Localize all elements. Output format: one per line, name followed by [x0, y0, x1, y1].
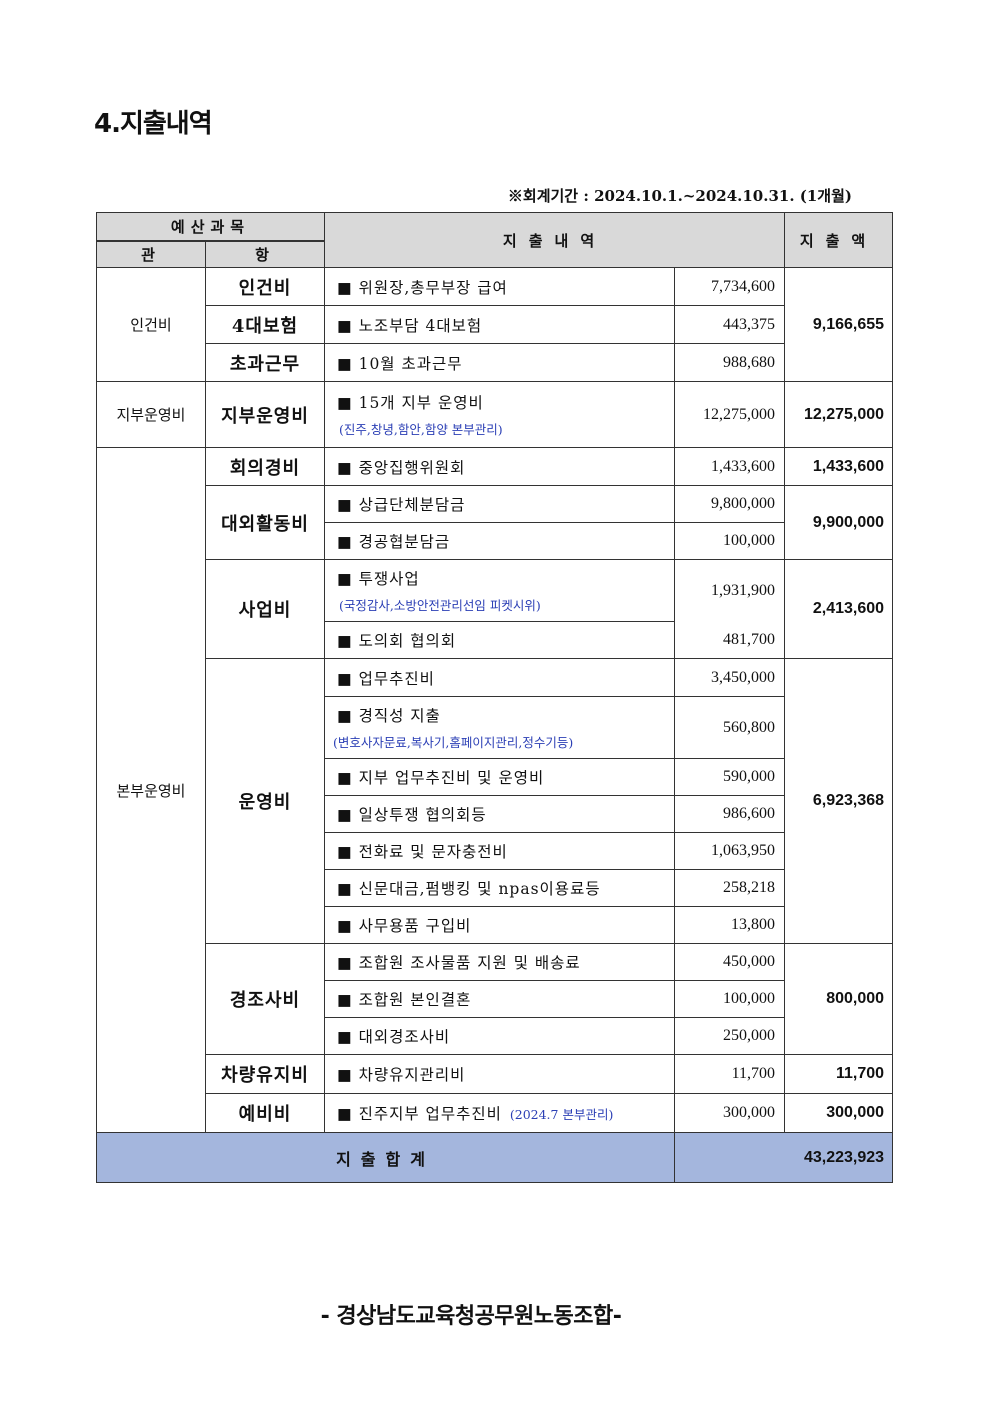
- detail-cell: ■ 10월 초과근무: [324, 343, 676, 382]
- accounting-period: ※회계기간 : 2024.10.1.~2024.10.31. (1개월): [507, 187, 852, 205]
- hang-cell: 운영비: [204, 658, 326, 944]
- total-cell: 800,000: [784, 943, 894, 1055]
- detail-cell: ■ 대외경조사비: [324, 1017, 676, 1055]
- amount-cell: 100,000: [674, 980, 786, 1018]
- detail-cell: ■ 조합원 본인결혼: [324, 980, 676, 1018]
- amount-cell: 12,275,000: [674, 381, 786, 448]
- detail-cell: ■ 노조부담 4대보험: [324, 305, 676, 344]
- amount-cell: 1,931,900: [674, 559, 786, 622]
- total-cell: 6,923,368: [784, 658, 894, 944]
- detail-cell: ■ 조합원 조사물품 지원 및 배송료: [324, 943, 676, 981]
- hang-cell: 사업비: [204, 559, 326, 659]
- detail-cell: ■ 일상투쟁 협의회등: [324, 795, 676, 833]
- amount-cell: 250,000: [674, 1017, 786, 1055]
- amount-cell: 13,800: [674, 906, 786, 944]
- detail-cell: ■ 15개 지부 운영비 (진주,창녕,함안,함양 본부관리): [324, 381, 676, 448]
- table-row: 사업비 ■ 투쟁사업 (국정감사,소방안전관리선임 피켓시위) 1,931,900…: [97, 559, 894, 659]
- table-row: 본부운영비 회의경비 ■ 중앙집행위원회 1,433,600 1,433,600: [96, 447, 894, 1133]
- table-row: 지부운영비 지부운영비 ■ 15개 지부 운영비 (진주,창녕,함안,함양 본부관…: [96, 381, 894, 448]
- amount-cell: 590,000: [674, 758, 786, 796]
- amount-cell: 986,600: [674, 795, 786, 833]
- hang-cell: 회의경비: [204, 447, 326, 486]
- hang-cell: 인건비: [204, 267, 326, 306]
- detail-cell: ■ 위원장,총무부장 급여: [324, 267, 676, 306]
- header-amount: 지출액: [784, 212, 894, 268]
- detail-cell: ■ 경직성 지출 (변호사자문료,복사기,홈페이지관리,정수기등): [324, 696, 676, 759]
- kwan-cell: 인건비: [96, 267, 206, 382]
- sum-total: 43,223,923: [674, 1132, 894, 1183]
- detail-text: ■ 경직성 지출: [337, 707, 441, 725]
- detail-cell: ■ 업무추진비: [324, 658, 676, 697]
- amount-cell: 3,450,000: [674, 658, 786, 697]
- amount-cell: 258,218: [674, 869, 786, 907]
- hang-cell: 지부운영비: [204, 381, 326, 448]
- detail-text: ■ 진주지부 업무추진비: [337, 1105, 502, 1123]
- amount-cell: 443,375: [674, 305, 786, 344]
- total-cell: 12,275,000: [784, 381, 894, 448]
- detail-text: ■ 15개 지부 운영비: [337, 394, 484, 412]
- hang-cell: 차량유지비: [204, 1054, 326, 1094]
- amount-cell: 100,000: [674, 522, 786, 560]
- total-cell: 9,900,000: [784, 485, 894, 560]
- detail-cell: ■ 도의회 협의회: [324, 621, 676, 659]
- amount-cell: 7,734,600: [674, 267, 786, 306]
- sum-label: 지출합계: [95, 1132, 676, 1183]
- total-cell: 1,433,600: [784, 447, 894, 486]
- amount-cell: 11,700: [674, 1054, 786, 1094]
- detail-cell: ■ 신문대금,펌뱅킹 및 npas이용료등: [324, 869, 676, 907]
- table-row: 초과근무 ■ 10월 초과근무 988,680: [97, 343, 893, 382]
- kwan-cell: 지부운영비: [96, 381, 206, 448]
- amount-cell: 450,000: [674, 943, 786, 981]
- amount-cell: 1,433,600: [674, 447, 786, 486]
- hang-cell: 대외활동비: [204, 485, 326, 560]
- header-detail: 지출내역: [324, 212, 786, 268]
- detail-cell: ■ 투쟁사업 (국정감사,소방안전관리선임 피켓시위): [324, 559, 676, 622]
- expense-table: 예산과목 지출내역 지출액 관 항 인건비 인건비 ■ 위원장,총무부장 급여 …: [95, 212, 894, 1183]
- kwan-cell: 본부운영비: [96, 447, 206, 1133]
- amount-cell: 481,700: [674, 621, 786, 659]
- detail-note: (진주,창녕,함안,함양 본부관리): [339, 422, 503, 437]
- hang-cell: 경조사비: [204, 943, 326, 1055]
- detail-note: (2024.7 본부관리): [509, 1107, 614, 1122]
- total-cell: 2,413,600: [784, 559, 894, 659]
- detail-text: ■ 투쟁사업: [337, 570, 420, 588]
- amount-cell: 560,800: [674, 696, 786, 759]
- detail-cell: ■ 사무용품 구입비: [324, 906, 676, 944]
- hang-cell: 예비비: [204, 1093, 326, 1133]
- detail-note: (변호사자문료,복사기,홈페이지관리,정수기등): [333, 735, 574, 750]
- sum-row: 지출합계 43,223,923: [95, 1132, 894, 1183]
- table-row: 4대보험 ■ 노조부담 4대보험 443,375: [97, 305, 893, 344]
- table-row: 인건비 인건비 ■ 위원장,총무부장 급여 7,734,600 9,166,65…: [96, 267, 894, 382]
- detail-cell: ■ 중앙집행위원회: [324, 447, 676, 486]
- page-title: 4.지출내역: [94, 109, 213, 139]
- detail-cell: ■ 경공협분담금: [324, 522, 676, 560]
- detail-cell: ■ 전화료 및 문자충전비: [324, 832, 676, 870]
- table-row: 차량유지비 ■ 차량유지관리비 11,700 11,700: [97, 1054, 894, 1094]
- hang-cell: 초과근무: [204, 343, 326, 382]
- total-cell: 9,166,655: [784, 267, 894, 382]
- table-row: 경조사비 ■ 조합원 조사물품 지원 및 배송료 450,000 800,000: [97, 943, 894, 1055]
- footer-org-name: - 경상남도교육청공무원노동조합-: [320, 1304, 622, 1329]
- header-kwan: 관: [96, 240, 206, 268]
- detail-cell: ■ 지부 업무추진비 및 운영비: [324, 758, 676, 796]
- amount-cell: 300,000: [674, 1093, 786, 1133]
- table-row: 예비비 ■ 진주지부 업무추진비 (2024.7 본부관리) 300,000 30…: [97, 1093, 894, 1133]
- detail-cell: ■ 차량유지관리비: [324, 1054, 676, 1094]
- total-cell: 11,700: [784, 1054, 894, 1094]
- detail-note: (국정감사,소방안전관리선임 피켓시위): [339, 598, 541, 613]
- detail-cell: ■ 상급단체분담금: [324, 485, 676, 523]
- hang-cell: 4대보험: [204, 305, 326, 344]
- amount-cell: 988,680: [674, 343, 786, 382]
- table-row: 운영비 ■ 업무추진비 3,450,000 6,923,368: [97, 658, 894, 944]
- header-budget: 예산과목: [95, 212, 326, 242]
- amount-cell: 1,063,950: [674, 832, 786, 870]
- total-cell: 300,000: [784, 1093, 894, 1133]
- amount-cell: 9,800,000: [674, 485, 786, 523]
- table-row: 대외활동비 ■ 상급단체분담금 9,800,000 9,900,000: [97, 485, 894, 560]
- header-hang: 항: [204, 240, 326, 268]
- detail-cell: ■ 진주지부 업무추진비 (2024.7 본부관리): [324, 1093, 676, 1133]
